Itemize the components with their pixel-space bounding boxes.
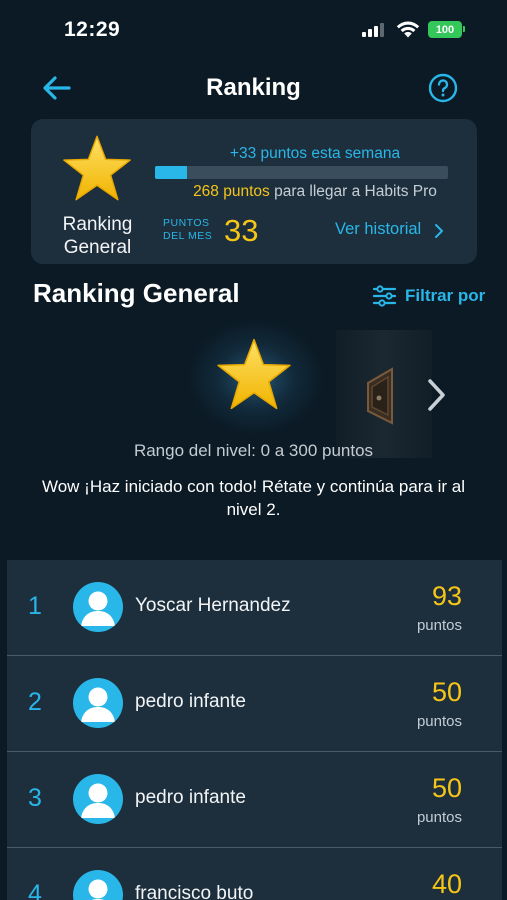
rank-position: 2 (28, 688, 42, 716)
level-range: Rango del nivel: 0 a 300 puntos (133, 441, 374, 460)
chevron-right-icon[interactable] (424, 376, 448, 414)
month-label-line1: PUNTOS (163, 217, 210, 229)
ranking-row[interactable]: 3 pedro infante 50 puntos (7, 752, 502, 848)
battery-icon: 100 (428, 21, 462, 38)
user-name: pedro infante (135, 691, 246, 712)
question-circle-icon[interactable] (428, 73, 458, 103)
rank-position: 3 (28, 784, 42, 812)
remaining-text: para llegar a Habits Pro (269, 183, 437, 200)
level-badge-icon (367, 367, 393, 425)
user-avatar-icon (73, 870, 123, 900)
user-avatar-icon (73, 582, 123, 632)
user-name: Yoscar Hernandez (135, 595, 291, 616)
chevron-right-icon[interactable] (433, 223, 445, 239)
user-points: 50 (431, 773, 462, 803)
month-label-line2: DEL MES (163, 229, 213, 242)
remaining-points-text: 268 puntos para llegar a Habits Pro (155, 183, 475, 201)
user-points: 40 (431, 869, 462, 899)
level-message: Wow ¡Haz iniciado con todo! Rétate y con… (41, 477, 466, 519)
ranking-row[interactable]: 2 pedro infante 50 puntos (7, 656, 502, 752)
user-name: pedro infante (135, 787, 246, 808)
summary-label: Ranking General (62, 214, 133, 258)
battery-tip (463, 26, 465, 32)
user-points: 50 (431, 677, 462, 707)
rank-position: 1 (28, 592, 42, 620)
user-points: 93 (431, 581, 462, 611)
section-title: Ranking General (33, 278, 240, 308)
user-avatar-icon (73, 678, 123, 728)
points-unit: puntos (416, 713, 462, 730)
history-link[interactable]: Ver historial (335, 220, 421, 239)
remaining-points: 268 puntos (193, 183, 270, 200)
user-name: francisco buto (135, 883, 254, 900)
ranking-list: 1 Yoscar Hernandez 93 puntos 2 pedro inf… (7, 560, 502, 900)
ranking-row[interactable]: 1 Yoscar Hernandez 93 puntos (7, 560, 502, 656)
battery-level: 100 (435, 23, 455, 36)
signal-icon (362, 23, 386, 37)
wifi-icon (396, 21, 420, 38)
status-time: 12:29 (64, 18, 121, 41)
month-points-value: 33 (224, 213, 259, 248)
filter-label: Filtrar por (405, 286, 486, 305)
points-unit: puntos (416, 617, 462, 634)
month-points-label: PUNTOS DEL MES (163, 217, 212, 242)
star-icon (217, 338, 291, 410)
points-unit: puntos (416, 809, 462, 826)
user-avatar-icon (73, 774, 123, 824)
rank-position: 4 (28, 880, 42, 900)
ranking-row[interactable]: 4 francisco buto 40 puntos (7, 848, 502, 900)
level-progress-bar (155, 166, 448, 179)
sliders-icon (372, 285, 397, 307)
filter-button[interactable]: Filtrar por (372, 283, 485, 309)
star-icon (63, 135, 131, 201)
week-points: +33 puntos esta semana (229, 145, 401, 162)
level-progress-fill (155, 166, 188, 179)
summary-card: Ranking General +33 puntos esta semana 2… (31, 119, 477, 264)
header: Ranking (0, 66, 507, 110)
status-bar: 12:29 100 (0, 0, 507, 60)
